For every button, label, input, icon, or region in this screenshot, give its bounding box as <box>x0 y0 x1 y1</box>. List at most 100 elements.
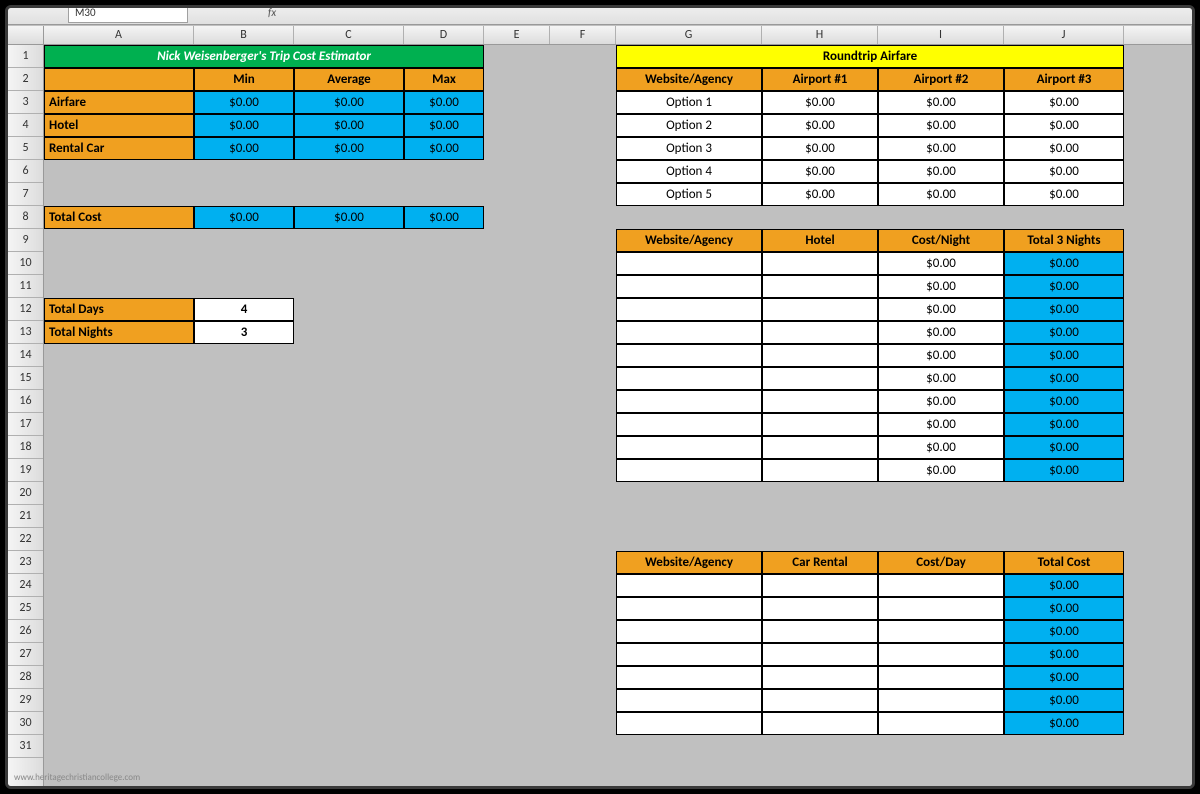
row-header-24[interactable]: 24 <box>8 574 43 597</box>
car-i-5[interactable] <box>878 689 1004 712</box>
days-label[interactable]: Total Days <box>44 298 194 321</box>
car-h-6[interactable] <box>762 712 878 735</box>
car-g-6[interactable] <box>616 712 762 735</box>
total-2[interactable]: $0.00 <box>404 206 484 229</box>
nights-label[interactable]: Total Nights <box>44 321 194 344</box>
hotel-j-3[interactable]: $0.00 <box>1004 321 1124 344</box>
label-0[interactable]: Airfare <box>44 91 194 114</box>
air-3-0[interactable]: Option 4 <box>616 160 762 183</box>
hotel-g-6[interactable] <box>616 390 762 413</box>
hotel-i-7[interactable]: $0.00 <box>878 413 1004 436</box>
row-header-18[interactable]: 18 <box>8 436 43 459</box>
col-header-A[interactable]: A <box>44 26 194 44</box>
car-hdr-0[interactable]: Website/Agency <box>616 551 762 574</box>
row-header-16[interactable]: 16 <box>8 390 43 413</box>
hotel-j-6[interactable]: $0.00 <box>1004 390 1124 413</box>
air-2-2[interactable]: $0.00 <box>878 137 1004 160</box>
total-1[interactable]: $0.00 <box>294 206 404 229</box>
row-header-21[interactable]: 21 <box>8 505 43 528</box>
row-header-17[interactable]: 17 <box>8 413 43 436</box>
total-0[interactable]: $0.00 <box>194 206 294 229</box>
car-h-5[interactable] <box>762 689 878 712</box>
trip-title[interactable]: Nick Weisenberger's Trip Cost Estimator <box>44 45 484 68</box>
row-header-29[interactable]: 29 <box>8 689 43 712</box>
hdr-D[interactable]: Max <box>404 68 484 91</box>
nights-val[interactable]: 3 <box>194 321 294 344</box>
hotel-h-4[interactable] <box>762 344 878 367</box>
air-0-3[interactable]: $0.00 <box>1004 91 1124 114</box>
col-header-J[interactable]: J <box>1004 26 1124 44</box>
air-1-1[interactable]: $0.00 <box>762 114 878 137</box>
air-2-1[interactable]: $0.00 <box>762 137 878 160</box>
hotel-g-3[interactable] <box>616 321 762 344</box>
row-header-2[interactable]: 2 <box>8 68 43 91</box>
hotel-h-8[interactable] <box>762 436 878 459</box>
car-g-1[interactable] <box>616 597 762 620</box>
name-box[interactable]: M30 <box>68 5 188 23</box>
air-0-1[interactable]: $0.00 <box>762 91 878 114</box>
hotel-i-5[interactable]: $0.00 <box>878 367 1004 390</box>
car-g-2[interactable] <box>616 620 762 643</box>
car-j-3[interactable]: $0.00 <box>1004 643 1124 666</box>
air-4-0[interactable]: Option 5 <box>616 183 762 206</box>
hotel-i-8[interactable]: $0.00 <box>878 436 1004 459</box>
hotel-h-3[interactable] <box>762 321 878 344</box>
car-h-2[interactable] <box>762 620 878 643</box>
val-2-2[interactable]: $0.00 <box>404 137 484 160</box>
hotel-hdr-0[interactable]: Website/Agency <box>616 229 762 252</box>
car-h-1[interactable] <box>762 597 878 620</box>
hotel-j-0[interactable]: $0.00 <box>1004 252 1124 275</box>
row-header-19[interactable]: 19 <box>8 459 43 482</box>
car-g-0[interactable] <box>616 574 762 597</box>
hotel-j-4[interactable]: $0.00 <box>1004 344 1124 367</box>
air-4-3[interactable]: $0.00 <box>1004 183 1124 206</box>
row-header-22[interactable]: 22 <box>8 528 43 551</box>
car-j-4[interactable]: $0.00 <box>1004 666 1124 689</box>
days-val[interactable]: 4 <box>194 298 294 321</box>
air-0-2[interactable]: $0.00 <box>878 91 1004 114</box>
car-i-4[interactable] <box>878 666 1004 689</box>
row-header-26[interactable]: 26 <box>8 620 43 643</box>
hotel-i-0[interactable]: $0.00 <box>878 252 1004 275</box>
hotel-j-1[interactable]: $0.00 <box>1004 275 1124 298</box>
air-hdr-0[interactable]: Website/Agency <box>616 68 762 91</box>
hotel-i-9[interactable]: $0.00 <box>878 459 1004 482</box>
hotel-g-4[interactable] <box>616 344 762 367</box>
hotel-j-9[interactable]: $0.00 <box>1004 459 1124 482</box>
blank-hdr[interactable] <box>44 68 194 91</box>
row-header-12[interactable]: 12 <box>8 298 43 321</box>
col-header-E[interactable]: E <box>484 26 550 44</box>
label-1[interactable]: Hotel <box>44 114 194 137</box>
row-header-10[interactable]: 10 <box>8 252 43 275</box>
car-hdr-1[interactable]: Car Rental <box>762 551 878 574</box>
hotel-j-2[interactable]: $0.00 <box>1004 298 1124 321</box>
airfare-title[interactable]: Roundtrip Airfare <box>616 45 1124 68</box>
row-header-25[interactable]: 25 <box>8 597 43 620</box>
hotel-h-1[interactable] <box>762 275 878 298</box>
hotel-h-2[interactable] <box>762 298 878 321</box>
air-3-3[interactable]: $0.00 <box>1004 160 1124 183</box>
car-g-5[interactable] <box>616 689 762 712</box>
hotel-g-8[interactable] <box>616 436 762 459</box>
label-2[interactable]: Rental Car <box>44 137 194 160</box>
air-1-3[interactable]: $0.00 <box>1004 114 1124 137</box>
hotel-i-3[interactable]: $0.00 <box>878 321 1004 344</box>
car-g-4[interactable] <box>616 666 762 689</box>
hotel-hdr-1[interactable]: Hotel <box>762 229 878 252</box>
air-4-1[interactable]: $0.00 <box>762 183 878 206</box>
hotel-hdr-2[interactable]: Cost/Night <box>878 229 1004 252</box>
car-hdr-2[interactable]: Cost/Day <box>878 551 1004 574</box>
car-j-1[interactable]: $0.00 <box>1004 597 1124 620</box>
hotel-g-0[interactable] <box>616 252 762 275</box>
col-header-C[interactable]: C <box>294 26 404 44</box>
row-header-15[interactable]: 15 <box>8 367 43 390</box>
row-header-6[interactable]: 6 <box>8 160 43 183</box>
row-header-11[interactable]: 11 <box>8 275 43 298</box>
col-header-B[interactable]: B <box>194 26 294 44</box>
hdr-C[interactable]: Average <box>294 68 404 91</box>
air-1-2[interactable]: $0.00 <box>878 114 1004 137</box>
select-all-corner[interactable] <box>8 26 44 45</box>
val-0-0[interactable]: $0.00 <box>194 91 294 114</box>
air-hdr-2[interactable]: Airport #2 <box>878 68 1004 91</box>
hotel-g-2[interactable] <box>616 298 762 321</box>
